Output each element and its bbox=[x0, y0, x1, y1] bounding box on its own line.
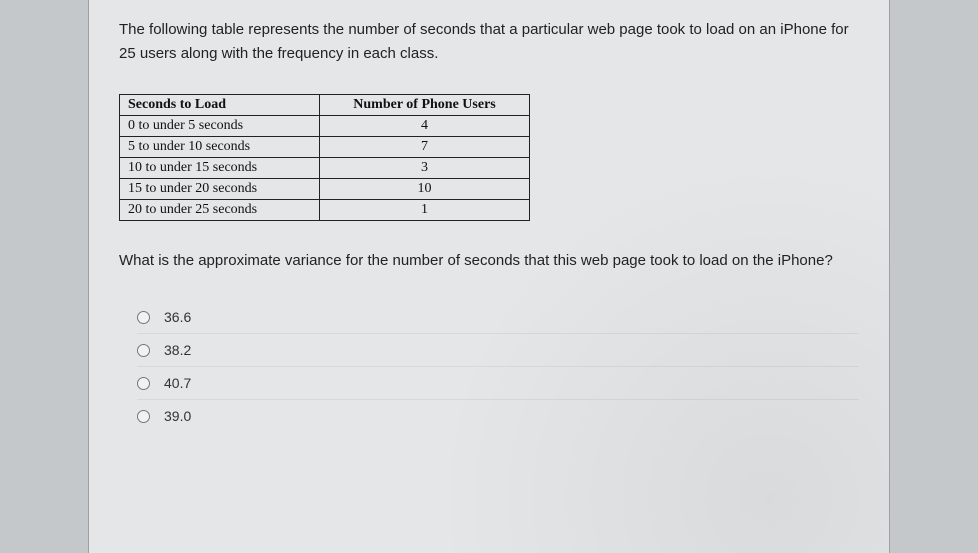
radio-icon[interactable] bbox=[137, 377, 150, 390]
table-cell-seconds: 0 to under 5 seconds bbox=[120, 116, 320, 137]
table-cell-seconds: 15 to under 20 seconds bbox=[120, 179, 320, 200]
option-label: 38.2 bbox=[164, 342, 191, 358]
table-header-seconds: Seconds to Load bbox=[120, 95, 320, 116]
option-a[interactable]: 36.6 bbox=[137, 301, 859, 333]
radio-icon[interactable] bbox=[137, 344, 150, 357]
question-paragraph: What is the approximate variance for the… bbox=[119, 249, 859, 273]
table-row: 0 to under 5 seconds 4 bbox=[120, 116, 530, 137]
table-row: 5 to under 10 seconds 7 bbox=[120, 137, 530, 158]
table-cell-seconds: 20 to under 25 seconds bbox=[120, 200, 320, 221]
table-header-users: Number of Phone Users bbox=[320, 95, 530, 116]
table-cell-users: 10 bbox=[320, 179, 530, 200]
option-label: 36.6 bbox=[164, 309, 191, 325]
table-row: 10 to under 15 seconds 3 bbox=[120, 158, 530, 179]
table-cell-users: 4 bbox=[320, 116, 530, 137]
table-cell-seconds: 5 to under 10 seconds bbox=[120, 137, 320, 158]
radio-icon[interactable] bbox=[137, 311, 150, 324]
option-label: 40.7 bbox=[164, 375, 191, 391]
frequency-table: Seconds to Load Number of Phone Users 0 … bbox=[119, 94, 530, 221]
intro-paragraph: The following table represents the numbe… bbox=[119, 18, 859, 66]
table-cell-users: 7 bbox=[320, 137, 530, 158]
table-cell-users: 3 bbox=[320, 158, 530, 179]
table-cell-users: 1 bbox=[320, 200, 530, 221]
option-c[interactable]: 40.7 bbox=[137, 366, 859, 399]
option-d[interactable]: 39.0 bbox=[137, 399, 859, 432]
question-panel: The following table represents the numbe… bbox=[88, 0, 890, 553]
table-header-row: Seconds to Load Number of Phone Users bbox=[120, 95, 530, 116]
options-list: 36.6 38.2 40.7 39.0 bbox=[137, 301, 859, 432]
option-b[interactable]: 38.2 bbox=[137, 333, 859, 366]
table-row: 20 to under 25 seconds 1 bbox=[120, 200, 530, 221]
table-row: 15 to under 20 seconds 10 bbox=[120, 179, 530, 200]
option-label: 39.0 bbox=[164, 408, 191, 424]
radio-icon[interactable] bbox=[137, 410, 150, 423]
table-cell-seconds: 10 to under 15 seconds bbox=[120, 158, 320, 179]
